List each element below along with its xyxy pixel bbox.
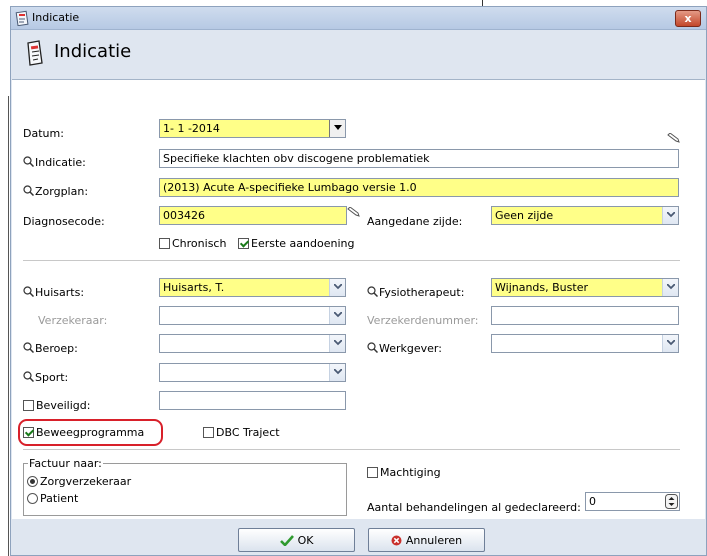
dialog-heading: Indicatie <box>54 41 132 62</box>
aangedane-zijde-dropdown-button[interactable] <box>662 207 678 224</box>
indicatie-app-icon <box>15 10 29 26</box>
aangedane-zijde-value: Geen zijde <box>495 209 554 222</box>
close-button[interactable]: x <box>675 10 701 27</box>
werkgever-label: Werkgever: <box>367 342 442 355</box>
check-icon <box>279 534 294 546</box>
aantal-behandelingen-spinner[interactable]: 0 <box>585 492 680 511</box>
sport-label: Sport: <box>23 371 68 384</box>
verzekeraar-dropdown-button[interactable] <box>329 307 345 324</box>
edit-pencil-icon[interactable] <box>347 207 361 217</box>
search-icon <box>23 286 34 297</box>
diagnosecode-input[interactable]: 003426 <box>159 206 347 225</box>
verzekeraar-label: Verzekeraar: <box>38 314 108 327</box>
title-bar[interactable]: Indicatie x <box>11 7 706 30</box>
separator <box>23 260 680 261</box>
chevron-down-icon <box>334 340 342 346</box>
fysiotherapeut-label: Fysiotherapeut: <box>367 286 464 299</box>
factuur-naar-legend: Factuur naar: <box>28 457 103 470</box>
huisarts-select[interactable]: Huisarts, T. <box>159 278 346 297</box>
beveiligd-checkbox[interactable]: Beveiligd: <box>23 399 90 412</box>
indicatie-label: Indicatie: <box>23 156 86 169</box>
beroep-label: Beroep: <box>23 342 78 355</box>
annuleren-button[interactable]: Annuleren <box>368 528 485 552</box>
aangedane-zijde-select[interactable]: Geen zijde <box>491 206 679 225</box>
chronisch-box[interactable] <box>159 238 170 249</box>
edit-pencil-icon[interactable] <box>667 133 681 143</box>
datum-label: Datum: <box>23 127 64 140</box>
factuur-naar-group: Factuur naar: Zorgverzekeraar Patient <box>23 457 347 516</box>
eerste-aandoening-checkbox[interactable]: Eerste aandoening <box>238 237 354 250</box>
chevron-down-icon <box>667 284 675 290</box>
search-icon <box>23 185 34 196</box>
chevron-down-icon <box>334 312 342 318</box>
window-title: Indicatie <box>32 11 80 24</box>
aantal-behandelingen-value: 0 <box>589 495 596 508</box>
separator <box>23 449 680 450</box>
patient-radio-dot[interactable] <box>27 493 38 504</box>
eerste-aandoening-box[interactable] <box>238 238 249 249</box>
chevron-down-icon <box>334 369 342 375</box>
beveiligd-box[interactable] <box>23 400 34 411</box>
chevron-down-icon <box>334 125 342 130</box>
search-icon <box>23 342 34 353</box>
huisarts-label: Huisarts: <box>23 286 84 299</box>
beveiligd-input[interactable] <box>159 391 346 410</box>
background-window-edge <box>8 96 9 556</box>
sport-dropdown-button[interactable] <box>329 364 345 381</box>
verzekerdenummer-label: Verzekerdenummer: <box>367 314 479 327</box>
fysiotherapeut-select[interactable]: Wijnands, Buster <box>491 278 679 297</box>
zorgverzekeraar-radio-dot[interactable] <box>27 476 38 487</box>
sport-select[interactable] <box>159 363 346 382</box>
werkgever-dropdown-button[interactable] <box>662 335 678 352</box>
ok-button[interactable]: OK <box>238 528 355 552</box>
indicatie-dialog: Indicatie x Indicatie Datum: 1- 1 -2014 <box>10 6 707 556</box>
beroep-dropdown-button[interactable] <box>329 335 345 352</box>
search-icon <box>23 371 34 382</box>
dialog-footer: OK Annuleren <box>12 520 705 555</box>
datum-picker[interactable]: 1- 1 -2014 <box>159 119 346 138</box>
fysiotherapeut-dropdown-button[interactable] <box>662 279 678 296</box>
search-icon <box>367 342 378 353</box>
verzekerdenummer-input[interactable] <box>491 306 679 325</box>
zorgplan-label: Zorgplan: <box>23 185 88 198</box>
fysiotherapeut-value: Wijnands, Buster <box>495 281 588 294</box>
beweegprogramma-box[interactable] <box>23 427 34 438</box>
aantal-behandelingen-label: Aantal behandelingen al gedeclareerd: <box>367 501 581 514</box>
search-icon <box>367 286 378 297</box>
factuur-patient-radio[interactable]: Patient <box>27 492 78 505</box>
spinner-updown-icon[interactable] <box>665 494 678 509</box>
diagnosecode-label: Diagnosecode: <box>23 215 105 228</box>
datum-value: 1- 1 -2014 <box>163 122 220 135</box>
verzekeraar-select[interactable] <box>159 306 346 325</box>
dialog-header: Indicatie <box>12 31 705 77</box>
chevron-down-icon <box>334 284 342 290</box>
beweegprogramma-checkbox[interactable]: Beweegprogramma <box>23 426 144 439</box>
machtiging-box[interactable] <box>367 467 378 478</box>
dbc-traject-checkbox[interactable]: DBC Traject <box>203 426 280 439</box>
close-icon: x <box>684 12 692 25</box>
indicatie-document-icon <box>27 40 43 66</box>
dbc-traject-box[interactable] <box>203 427 214 438</box>
beroep-select[interactable] <box>159 334 346 353</box>
zorgplan-input[interactable]: (2013) Acute A-specifieke Lumbago versie… <box>159 178 679 197</box>
datum-dropdown-button[interactable] <box>329 120 345 137</box>
aangedane-zijde-label: Aangedane zijde: <box>367 215 463 228</box>
indicatie-input[interactable]: Specifieke klachten obv discogene proble… <box>159 149 679 168</box>
chronisch-checkbox[interactable]: Chronisch <box>159 237 226 250</box>
form-area: Datum: 1- 1 -2014 Indicatie: Specifieke … <box>12 79 705 519</box>
factuur-zorgverzekeraar-radio[interactable]: Zorgverzekeraar <box>27 475 131 488</box>
search-icon <box>23 156 34 167</box>
chevron-down-icon <box>667 212 675 218</box>
machtiging-checkbox[interactable]: Machtiging <box>367 466 441 479</box>
chevron-down-icon <box>667 340 675 346</box>
cancel-icon <box>391 535 402 545</box>
werkgever-select[interactable] <box>491 334 679 353</box>
huisarts-dropdown-button[interactable] <box>329 279 345 296</box>
huisarts-value: Huisarts, T. <box>163 281 225 294</box>
